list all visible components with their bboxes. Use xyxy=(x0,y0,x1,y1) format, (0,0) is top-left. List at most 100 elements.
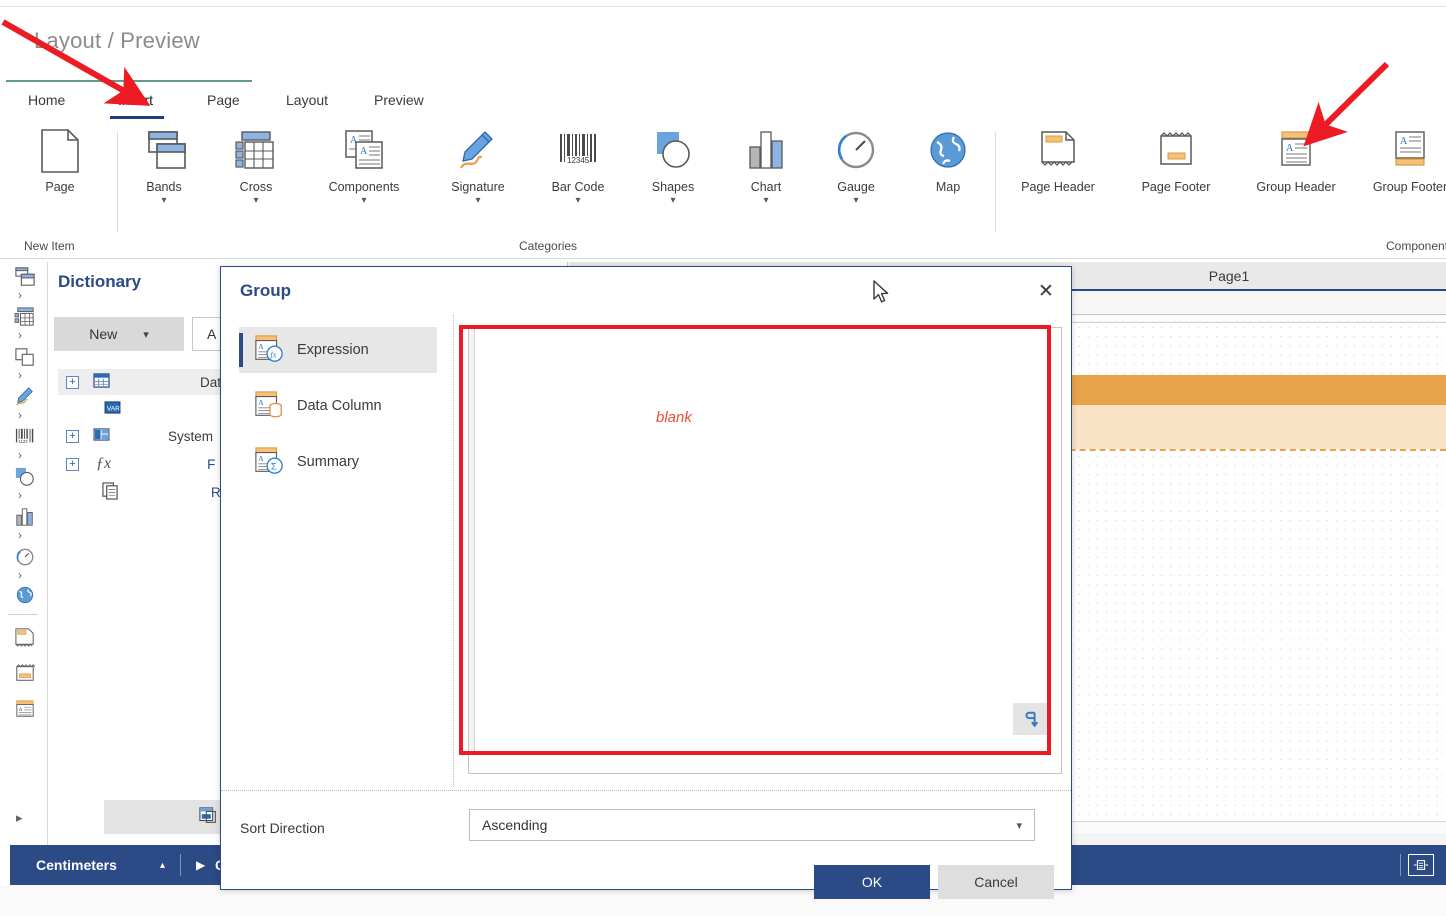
ribbon-item-shapes[interactable]: Shapes ▾ xyxy=(625,126,721,207)
chevron-right-icon[interactable]: › xyxy=(18,368,22,382)
cross-rail-icon[interactable] xyxy=(10,304,40,330)
bands-icon xyxy=(116,126,212,174)
chevron-down-icon[interactable]: ▾ xyxy=(808,195,904,207)
rail-expand-arrow[interactable]: ▸ xyxy=(16,810,23,826)
page-footer-rail-icon[interactable] xyxy=(10,660,40,686)
barcode-rail-icon[interactable]: 1123 xyxy=(10,424,40,450)
chevron-down-icon[interactable]: ▾ xyxy=(316,195,412,207)
signature-icon xyxy=(430,126,526,174)
chevron-down-icon[interactable]: ▾ xyxy=(625,195,721,207)
ribbon-item-page-header[interactable]: Page Header xyxy=(1010,126,1106,194)
signature-rail-icon[interactable] xyxy=(10,384,40,410)
expand-plus-icon[interactable]: + xyxy=(66,429,79,443)
gauge-rail-icon[interactable] xyxy=(10,544,40,570)
chevron-down-icon[interactable]: ▾ xyxy=(208,195,304,207)
ribbon-item-label: Shapes xyxy=(651,180,695,194)
ribbon-item-gauge[interactable]: Gauge ▾ xyxy=(808,126,904,207)
ribbon-item-label: Bar Code xyxy=(551,180,605,194)
svg-text:A: A xyxy=(258,454,264,463)
ribbon-item-bands[interactable]: Bands ▾ xyxy=(116,126,212,207)
group-header-rail-icon[interactable]: A xyxy=(10,696,40,722)
ribbon-item-chart[interactable]: Chart ▾ xyxy=(718,126,814,207)
ribbon-item-signature[interactable]: Signature ▾ xyxy=(430,126,526,207)
svg-text:1123: 1123 xyxy=(19,439,29,444)
chevron-down-icon[interactable]: ▾ xyxy=(530,195,626,207)
bands-rail-icon[interactable] xyxy=(10,264,40,290)
variable-icon: VAR xyxy=(104,401,121,417)
data-column-icon: A xyxy=(253,390,285,423)
ribbon-tabbar: Home Insert Page Layout Preview xyxy=(0,90,1446,122)
ribbon-item-label: Cross xyxy=(239,180,273,194)
chevron-down-icon: ▾ xyxy=(1016,819,1022,832)
chevron-right-icon[interactable]: › xyxy=(18,328,22,342)
tab-home[interactable]: Home xyxy=(24,90,69,110)
ribbon-item-label: Page xyxy=(45,180,75,194)
ribbon-item-group-footer[interactable]: A Group Footer xyxy=(1360,126,1446,194)
ribbon-item-cross[interactable]: Cross ▾ xyxy=(208,126,304,207)
page-footer-icon xyxy=(1128,126,1224,174)
cancel-button[interactable]: Cancel xyxy=(938,865,1054,899)
ribbon: Page Bands ▾ Cross ▾ A A Components ▾ Si… xyxy=(0,126,1446,253)
chevron-right-icon[interactable]: › xyxy=(18,448,22,462)
dialog-nav-data-column[interactable]: A Data Column xyxy=(239,383,437,429)
page-tab-page1[interactable]: Page1 xyxy=(1059,262,1399,289)
dialog-nav-label: Expression xyxy=(297,342,369,358)
ribbon-group-caption-new-item: New Item xyxy=(24,239,75,253)
ribbon-group-caption-categories: Categories xyxy=(519,239,578,253)
svg-text:VAR: VAR xyxy=(107,405,120,412)
shapes-rail-icon[interactable] xyxy=(10,464,40,490)
new-dropdown-button[interactable]: New ▾ xyxy=(54,317,184,351)
page-header-rail-icon[interactable] xyxy=(10,624,40,650)
summary-icon: AΣ xyxy=(253,446,285,479)
svg-text:A: A xyxy=(360,146,368,157)
svg-text:A: A xyxy=(1286,143,1294,154)
dialog-nav-expression[interactable]: Afx Expression xyxy=(239,327,437,373)
wrap-arrow-icon[interactable] xyxy=(1013,703,1049,735)
ribbon-item-label: Group Header xyxy=(1256,180,1336,194)
close-icon[interactable]: ✕ xyxy=(1033,278,1059,304)
ok-button[interactable]: OK xyxy=(814,865,930,899)
ribbon-item-group-header[interactable]: A Group Header xyxy=(1246,126,1346,194)
units-caret-icon[interactable]: ▴ xyxy=(160,860,165,871)
group-dialog: Group ✕ Afx Expression A Data Column AΣ … xyxy=(220,266,1072,899)
panel-toggle-icon[interactable] xyxy=(1408,854,1434,876)
active-indicator xyxy=(239,333,243,367)
tab-layout[interactable]: Layout xyxy=(282,90,332,110)
chevron-right-icon[interactable]: › xyxy=(18,488,22,502)
svg-text:Σ: Σ xyxy=(271,461,277,471)
tab-preview[interactable]: Preview xyxy=(370,90,428,110)
components-rail-icon[interactable] xyxy=(10,344,40,370)
map-rail-icon[interactable] xyxy=(10,582,40,608)
chevron-down-icon[interactable]: ▾ xyxy=(430,195,526,207)
chevron-right-icon[interactable]: › xyxy=(18,288,22,302)
chart-rail-icon[interactable] xyxy=(10,504,40,530)
ribbon-item-barcode[interactable]: 12345 Bar Code ▾ xyxy=(530,126,626,207)
expression-placeholder: blank xyxy=(656,409,692,426)
expand-plus-icon[interactable]: + xyxy=(66,457,79,471)
gauge-icon xyxy=(808,126,904,174)
units-label[interactable]: Centimeters xyxy=(36,857,117,873)
ribbon-item-page-footer[interactable]: Page Footer xyxy=(1128,126,1224,194)
chevron-right-icon[interactable]: › xyxy=(18,528,22,542)
tab-insert[interactable]: Insert xyxy=(114,90,157,110)
chevron-down-icon[interactable]: ▾ xyxy=(718,195,814,207)
ribbon-item-label: Bands xyxy=(146,180,182,194)
dialog-nav-summary[interactable]: AΣ Summary xyxy=(239,439,437,485)
status-divider xyxy=(180,854,181,876)
ribbon-item-label: Signature xyxy=(451,180,505,194)
next-page-icon[interactable]: ▶ xyxy=(196,858,205,872)
ribbon-item-page[interactable]: Page xyxy=(12,126,108,194)
ribbon-item-components[interactable]: A A Components ▾ xyxy=(316,126,412,207)
sort-direction-select[interactable]: Ascending ▾ xyxy=(469,809,1035,841)
expand-plus-icon[interactable]: + xyxy=(66,375,79,389)
shapes-icon xyxy=(625,126,721,174)
page-icon xyxy=(12,126,108,174)
sort-direction-label: Sort Direction xyxy=(240,820,325,836)
chevron-right-icon[interactable]: › xyxy=(18,568,22,582)
chevron-down-icon[interactable]: ▾ xyxy=(116,195,212,207)
tree-row-label: F xyxy=(207,456,216,472)
chevron-right-icon[interactable]: › xyxy=(18,408,22,422)
ribbon-item-map[interactable]: Map xyxy=(900,126,996,194)
tab-page[interactable]: Page xyxy=(203,90,244,110)
expression-editor[interactable]: blank xyxy=(468,327,1062,774)
